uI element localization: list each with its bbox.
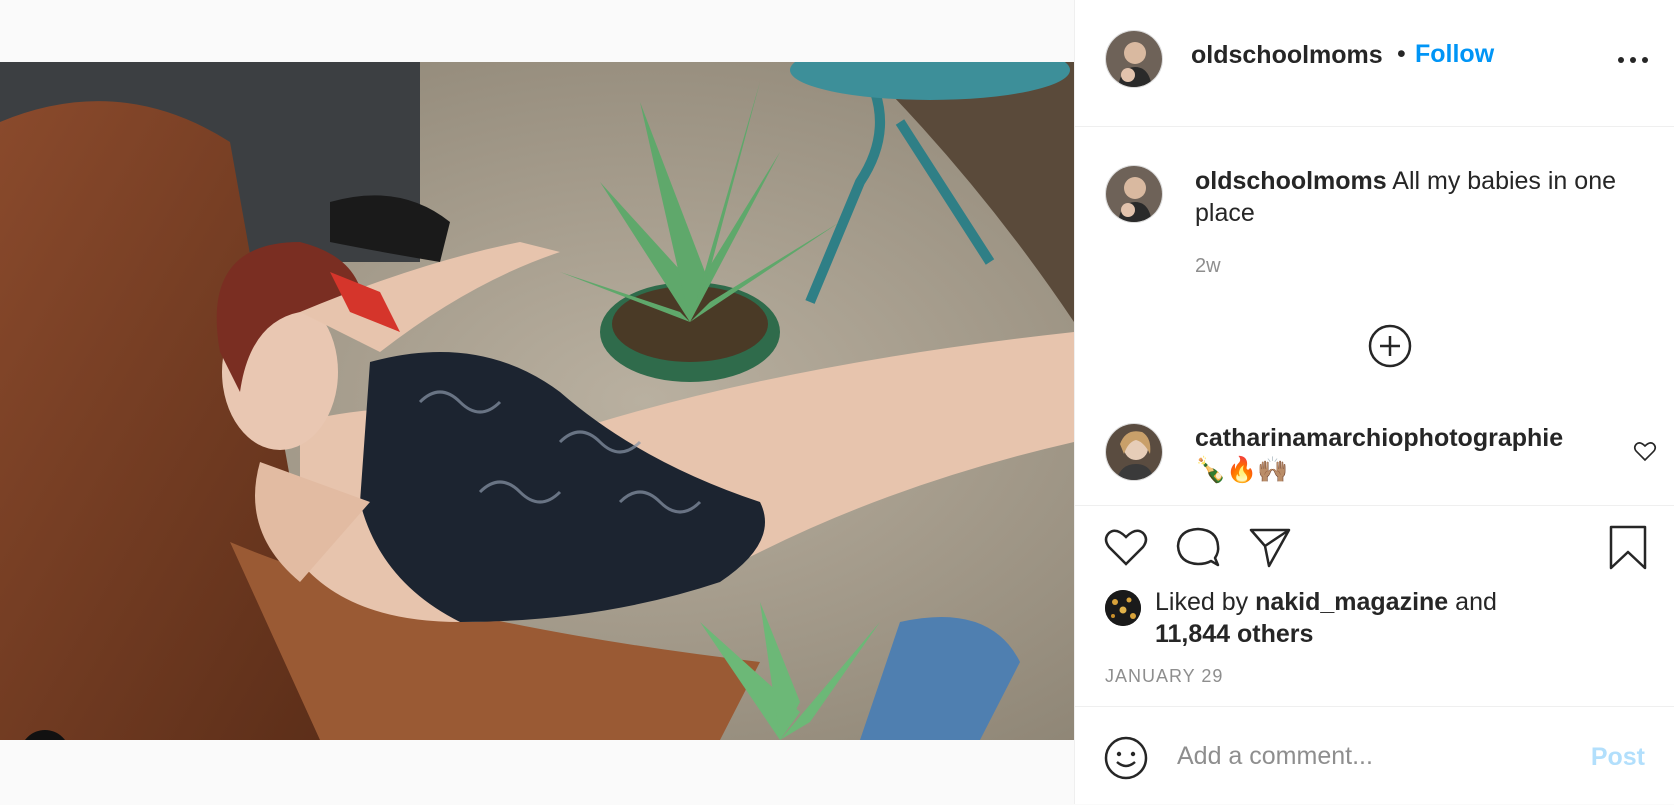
follow-button[interactable]: Follow <box>1415 40 1494 69</box>
liked-by-prefix: Liked by <box>1155 588 1249 616</box>
heart-icon[interactable] <box>1103 524 1149 570</box>
author-avatar[interactable] <box>1105 30 1163 88</box>
caption-username[interactable]: oldschoolmoms <box>1195 167 1387 195</box>
post-actions: Liked by nakid_magazine and 11,844 other… <box>1075 505 1674 706</box>
likes-count[interactable]: 11,844 others <box>1155 620 1313 648</box>
post-details-panel: oldschoolmoms • Follow oldschoolmoms All… <box>1074 0 1674 804</box>
liked-by-avatar[interactable] <box>1105 590 1141 626</box>
comment-like-heart-icon[interactable] <box>1633 439 1657 463</box>
commenter-avatar-image <box>1106 424 1162 480</box>
comment-input[interactable] <box>1175 733 1559 779</box>
author-username[interactable]: oldschoolmoms <box>1191 41 1383 70</box>
liked-by: Liked by nakid_magazine and 11,844 other… <box>1155 586 1575 650</box>
post-header: oldschoolmoms • Follow <box>1075 0 1674 127</box>
caption-avatar[interactable] <box>1105 165 1163 223</box>
post-date[interactable]: JANUARY 29 <box>1105 666 1223 687</box>
photo-illustration <box>0 62 1074 740</box>
comment: catharinamarchiophotographie 🍾🔥🙌🏽 <box>1195 422 1595 486</box>
author-avatar-image <box>1106 31 1162 87</box>
caption-timestamp[interactable]: 2w <box>1195 255 1221 278</box>
post-comment-button[interactable]: Post <box>1591 743 1645 772</box>
commenter-username[interactable]: catharinamarchiophotographie <box>1195 422 1595 454</box>
separator-dot: • <box>1397 40 1406 68</box>
liked-by-and: and <box>1455 588 1497 616</box>
share-paper-plane-icon[interactable] <box>1247 524 1293 570</box>
comment-body: 🍾🔥🙌🏽 <box>1195 456 1289 484</box>
load-more-comments-icon[interactable] <box>1367 323 1413 369</box>
commenter-avatar[interactable] <box>1105 423 1163 481</box>
post-photo[interactable] <box>0 62 1074 740</box>
caption: oldschoolmoms All my babies in one place <box>1195 165 1635 229</box>
add-comment-form: Post <box>1075 706 1674 805</box>
more-options-icon[interactable] <box>1613 48 1653 72</box>
caption-avatar-image <box>1106 166 1162 222</box>
bookmark-icon[interactable] <box>1605 524 1651 570</box>
liked-by-avatar-image <box>1105 590 1141 626</box>
emoji-icon[interactable] <box>1103 735 1149 781</box>
comments-section: oldschoolmoms All my babies in one place… <box>1075 127 1674 505</box>
comment-bubble-icon[interactable] <box>1175 524 1221 570</box>
liked-by-user[interactable]: nakid_magazine <box>1255 588 1448 616</box>
